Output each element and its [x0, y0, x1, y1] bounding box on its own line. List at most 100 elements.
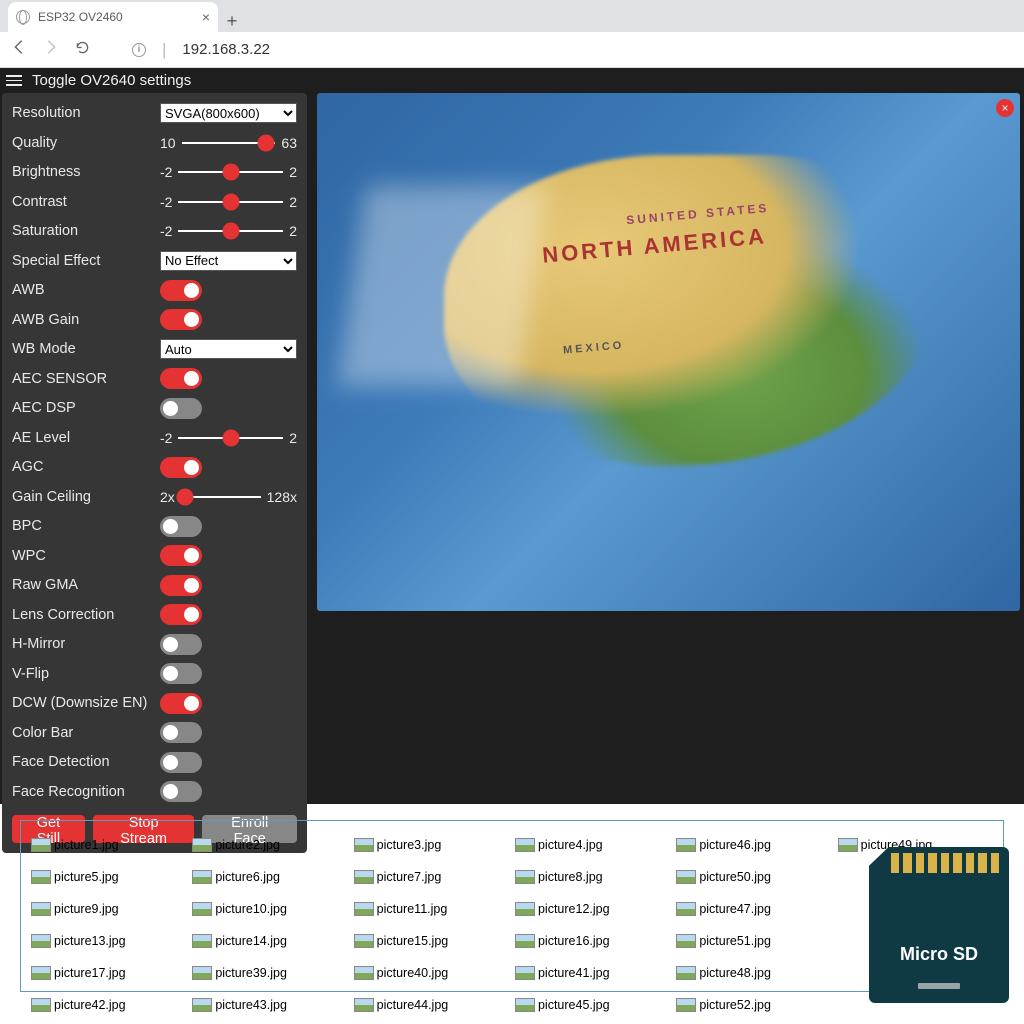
file-item[interactable]: picture4.jpg — [515, 831, 670, 859]
color_bar-toggle[interactable] — [160, 722, 202, 743]
file-item[interactable]: picture43.jpg — [192, 991, 347, 1019]
file-item[interactable]: picture48.jpg — [676, 959, 831, 987]
image-icon — [192, 838, 212, 852]
address-bar[interactable]: 192.168.3.22 — [182, 41, 270, 58]
file-item[interactable]: picture51.jpg — [676, 927, 831, 955]
bpc-toggle[interactable] — [160, 516, 202, 537]
special-select[interactable]: No Effect — [160, 251, 297, 271]
saturation-slider[interactable] — [178, 221, 283, 241]
file-name: picture1.jpg — [54, 838, 119, 852]
back-button[interactable] — [10, 38, 26, 61]
file-item[interactable]: picture9.jpg — [31, 895, 186, 923]
file-item[interactable]: picture52.jpg — [676, 991, 831, 1019]
file-item[interactable]: picture7.jpg — [354, 863, 509, 891]
wpc-toggle[interactable] — [160, 545, 202, 566]
saturation-max: 2 — [289, 223, 297, 239]
image-icon — [676, 838, 696, 852]
file-name: picture47.jpg — [699, 902, 771, 916]
file-item[interactable]: picture1.jpg — [31, 831, 186, 859]
quality-max: 63 — [281, 135, 297, 151]
face_det-toggle[interactable] — [160, 752, 202, 773]
v_flip-toggle[interactable] — [160, 663, 202, 684]
h_mirror-toggle[interactable] — [160, 634, 202, 655]
lens_corr-toggle[interactable] — [160, 604, 202, 625]
awb-label: AWB — [12, 282, 160, 298]
image-icon — [31, 902, 51, 916]
contrast-min: -2 — [160, 194, 172, 210]
image-icon — [354, 838, 374, 852]
brightness-min: -2 — [160, 164, 172, 180]
contrast-slider[interactable] — [178, 192, 283, 212]
file-item[interactable]: picture8.jpg — [515, 863, 670, 891]
ae_level-label: AE Level — [12, 430, 160, 446]
image-icon — [31, 966, 51, 980]
wb_mode-select[interactable]: Auto — [160, 339, 297, 359]
image-icon — [192, 934, 212, 948]
file-name: picture16.jpg — [538, 934, 610, 948]
file-name: picture39.jpg — [215, 966, 287, 980]
image-icon — [676, 966, 696, 980]
file-item[interactable]: picture50.jpg — [676, 863, 831, 891]
separator: | — [162, 40, 166, 60]
agc-toggle[interactable] — [160, 457, 202, 478]
aec_sensor-toggle[interactable] — [160, 368, 202, 389]
special-label: Special Effect — [12, 253, 160, 269]
file-item[interactable]: picture45.jpg — [515, 991, 670, 1019]
file-item[interactable]: picture40.jpg — [354, 959, 509, 987]
file-item[interactable]: picture16.jpg — [515, 927, 670, 955]
quality-slider[interactable] — [182, 133, 276, 153]
file-item[interactable]: picture5.jpg — [31, 863, 186, 891]
forward-button[interactable] — [42, 38, 58, 61]
file-item[interactable]: picture15.jpg — [354, 927, 509, 955]
file-item[interactable]: picture12.jpg — [515, 895, 670, 923]
file-item[interactable]: picture47.jpg — [676, 895, 831, 923]
ae_level-slider[interactable] — [178, 428, 283, 448]
resolution-select[interactable]: SVGA(800x600) — [160, 103, 297, 123]
wb_mode-label: WB Mode — [12, 341, 160, 357]
file-item[interactable]: picture41.jpg — [515, 959, 670, 987]
aec_dsp-toggle[interactable] — [160, 398, 202, 419]
file-item[interactable]: picture2.jpg — [192, 831, 347, 859]
file-item[interactable]: picture42.jpg — [31, 991, 186, 1019]
file-name: picture48.jpg — [699, 966, 771, 980]
brightness-slider[interactable] — [178, 162, 283, 182]
file-item[interactable]: picture14.jpg — [192, 927, 347, 955]
tab-title: ESP32 OV2460 — [38, 10, 123, 24]
image-icon — [354, 870, 374, 884]
awb_gain-label: AWB Gain — [12, 312, 160, 328]
file-name: picture7.jpg — [377, 870, 442, 884]
image-icon — [515, 934, 535, 948]
image-icon — [31, 870, 51, 884]
file-item[interactable]: picture46.jpg — [676, 831, 831, 859]
browser-tab[interactable]: ESP32 OV2460 × — [8, 2, 218, 32]
file-item[interactable]: picture10.jpg — [192, 895, 347, 923]
image-icon — [515, 902, 535, 916]
site-info-icon[interactable]: i — [132, 43, 146, 57]
awb-toggle[interactable] — [160, 280, 202, 301]
close-preview-button[interactable]: × — [996, 99, 1014, 117]
file-item[interactable]: picture11.jpg — [354, 895, 509, 923]
file-item[interactable]: picture3.jpg — [354, 831, 509, 859]
image-icon — [31, 838, 51, 852]
file-item[interactable]: picture44.jpg — [354, 991, 509, 1019]
brightness-max: 2 — [289, 164, 297, 180]
image-icon — [354, 966, 374, 980]
face_rec-toggle[interactable] — [160, 781, 202, 802]
awb_gain-toggle[interactable] — [160, 309, 202, 330]
gain_ceil-slider[interactable] — [181, 487, 261, 507]
raw_gma-toggle[interactable] — [160, 575, 202, 596]
image-icon — [31, 934, 51, 948]
reload-button[interactable] — [74, 39, 90, 61]
file-item[interactable]: picture6.jpg — [192, 863, 347, 891]
toggle-settings-bar[interactable]: Toggle OV2640 settings — [0, 68, 1024, 93]
quality-min: 10 — [160, 135, 176, 151]
dcw-toggle[interactable] — [160, 693, 202, 714]
new-tab-button[interactable]: + — [218, 11, 246, 32]
file-item[interactable]: picture13.jpg — [31, 927, 186, 955]
file-item[interactable]: picture39.jpg — [192, 959, 347, 987]
image-icon — [354, 934, 374, 948]
file-item[interactable]: picture17.jpg — [31, 959, 186, 987]
image-icon — [192, 870, 212, 884]
preview-pane: SUNITED STATES NORTH AMERICA MEXICO × — [317, 93, 1020, 853]
close-tab-icon[interactable]: × — [202, 9, 210, 25]
